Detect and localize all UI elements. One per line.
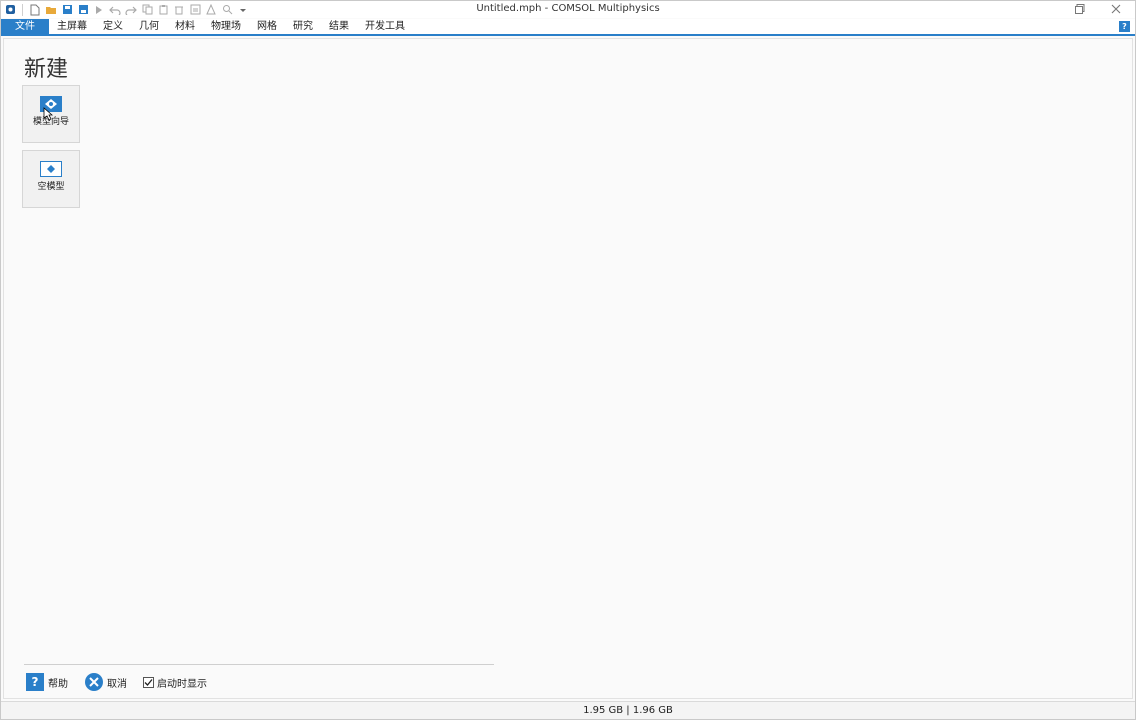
copy-icon[interactable] xyxy=(141,4,153,16)
help-label: 帮助 xyxy=(48,678,68,690)
app-window: Untitled.mph - COMSOL Multiphysics 文件 主屏… xyxy=(0,0,1136,720)
help-button[interactable]: ? 帮助 xyxy=(26,673,68,691)
dropdown-icon[interactable] xyxy=(237,4,249,16)
close-icon[interactable] xyxy=(1109,3,1123,15)
question-icon: ? xyxy=(26,673,44,691)
cancel-icon xyxy=(84,672,104,692)
tab-materials[interactable]: 材料 xyxy=(167,19,203,34)
model-wizard-button[interactable]: 模型向导 xyxy=(22,85,80,143)
open-folder-icon[interactable] xyxy=(45,4,57,16)
cancel-label: 取消 xyxy=(107,678,127,690)
save-as-icon[interactable] xyxy=(77,4,89,16)
tab-definitions[interactable]: 定义 xyxy=(95,19,131,34)
tab-results[interactable]: 结果 xyxy=(321,19,357,34)
mouse-cursor-icon xyxy=(43,106,54,121)
redo-icon[interactable] xyxy=(125,4,137,16)
paste-icon[interactable] xyxy=(157,4,169,16)
toolbar-separator xyxy=(22,3,23,16)
page-title: 新建 xyxy=(24,57,69,82)
run-icon[interactable] xyxy=(93,4,105,16)
checkbox-icon[interactable] xyxy=(143,676,154,688)
zoom-icon[interactable] xyxy=(221,4,233,16)
footer-bar: ? 帮助 取消 启动时显示 xyxy=(26,671,223,693)
footer-divider xyxy=(24,664,494,665)
tab-mesh[interactable]: 网格 xyxy=(249,19,285,34)
window-controls xyxy=(1073,3,1123,15)
status-bar: 1.95 GB | 1.96 GB xyxy=(1,701,1135,719)
tab-study[interactable]: 研究 xyxy=(285,19,321,34)
show-on-startup-label: 启动时显示 xyxy=(157,678,207,690)
blank-model-icon xyxy=(40,161,62,177)
ribbon-tab-bar: 文件 主屏幕 定义 几何 材料 物理场 网格 研究 结果 开发工具 ? xyxy=(1,19,1135,36)
cancel-button[interactable]: 取消 xyxy=(84,672,127,692)
tab-file[interactable]: 文件 xyxy=(1,19,49,34)
tab-physics[interactable]: 物理场 xyxy=(203,19,249,34)
new-file-icon[interactable] xyxy=(29,4,41,16)
tab-home[interactable]: 主屏幕 xyxy=(49,19,95,34)
quick-access-toolbar xyxy=(1,1,249,18)
show-on-startup-checkbox[interactable]: 启动时显示 xyxy=(143,675,207,690)
save-icon[interactable] xyxy=(61,4,73,16)
app-icon[interactable] xyxy=(4,4,16,16)
build-all-icon[interactable] xyxy=(189,4,201,16)
compute-icon[interactable] xyxy=(205,4,217,16)
blank-model-label: 空模型 xyxy=(37,182,65,192)
delete-icon[interactable] xyxy=(173,4,185,16)
tab-geometry[interactable]: 几何 xyxy=(131,19,167,34)
title-bar: Untitled.mph - COMSOL Multiphysics xyxy=(1,1,1135,18)
memory-usage: 1.95 GB | 1.96 GB xyxy=(583,705,673,716)
undo-icon[interactable] xyxy=(109,4,121,16)
help-icon[interactable]: ? xyxy=(1119,21,1130,32)
tab-developer[interactable]: 开发工具 xyxy=(357,19,413,34)
backstage-new-panel: 新建 模型向导 空模型 ? 帮助 取消 启动时显示 xyxy=(3,38,1133,699)
blank-model-button[interactable]: 空模型 xyxy=(22,150,80,208)
restore-icon[interactable] xyxy=(1073,3,1087,15)
